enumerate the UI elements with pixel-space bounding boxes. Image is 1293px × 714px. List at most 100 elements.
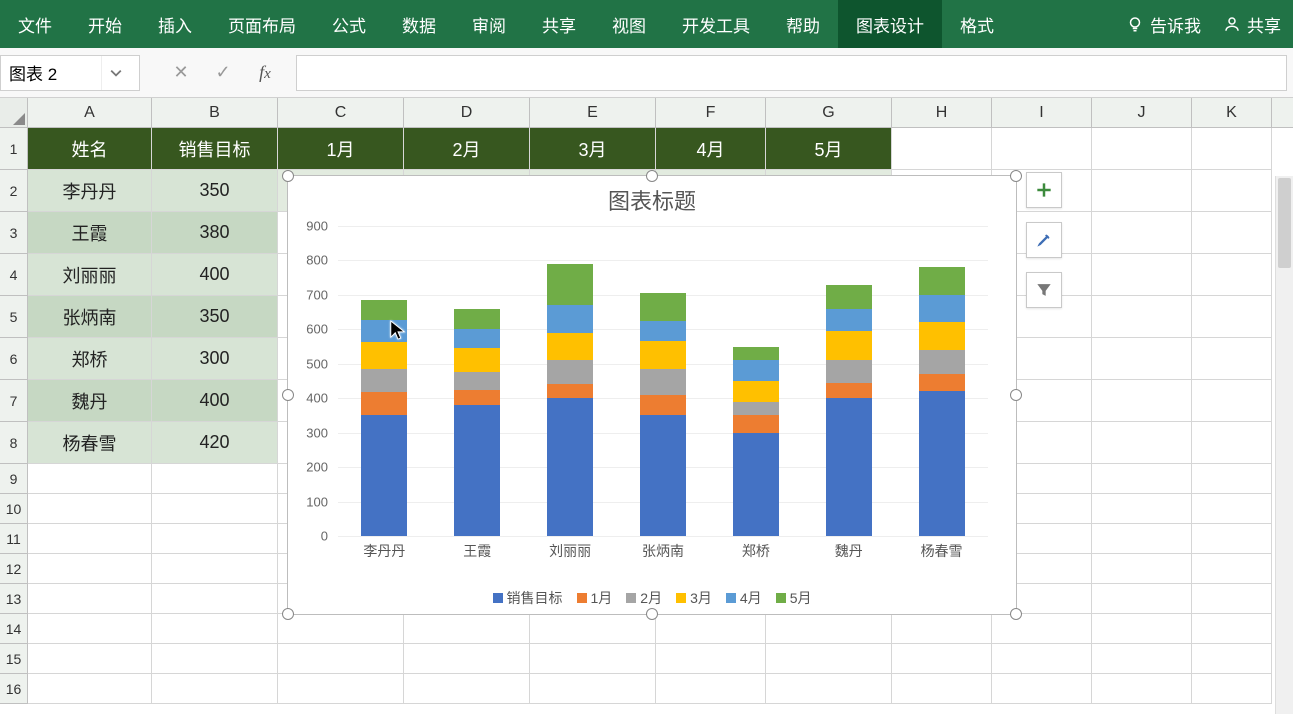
chart-bar-segment[interactable]	[547, 384, 593, 398]
cell-K15[interactable]	[1192, 644, 1272, 674]
row-header-4[interactable]: 4	[0, 254, 28, 296]
cell-B5[interactable]: 350	[152, 296, 278, 338]
chart-bar-segment[interactable]	[640, 293, 686, 321]
cell-J12[interactable]	[1092, 554, 1192, 584]
cell-B3[interactable]: 380	[152, 212, 278, 254]
ribbon-tab-6[interactable]: 审阅	[454, 0, 524, 48]
share-button[interactable]: 共享	[1223, 12, 1281, 37]
cell-K12[interactable]	[1192, 554, 1272, 584]
cell-F1[interactable]: 4月	[656, 128, 766, 170]
cell-A3[interactable]: 王霞	[28, 212, 152, 254]
cell-B15[interactable]	[152, 644, 278, 674]
cell-K6[interactable]	[1192, 338, 1272, 380]
chart-style-button[interactable]	[1026, 222, 1062, 258]
cell-J2[interactable]	[1092, 170, 1192, 212]
chart-bar-segment[interactable]	[919, 374, 965, 391]
resize-handle[interactable]	[1010, 389, 1022, 401]
chart-bar-segment[interactable]	[919, 350, 965, 374]
cell-G15[interactable]	[766, 644, 892, 674]
col-header-H[interactable]: H	[892, 98, 992, 127]
row-header-11[interactable]: 11	[0, 524, 28, 554]
chart-bar-segment[interactable]	[826, 285, 872, 309]
chart-bar-segment[interactable]	[826, 331, 872, 360]
col-header-K[interactable]: K	[1192, 98, 1272, 127]
ribbon-tab-9[interactable]: 开发工具	[664, 0, 768, 48]
cell-K9[interactable]	[1192, 464, 1272, 494]
cell-J8[interactable]	[1092, 422, 1192, 464]
cell-K10[interactable]	[1192, 494, 1272, 524]
col-header-J[interactable]: J	[1092, 98, 1192, 127]
chart-bar-segment[interactable]	[361, 300, 407, 320]
select-all-corner[interactable]	[0, 98, 28, 127]
chart-bar-segment[interactable]	[640, 369, 686, 395]
chart-bar-segment[interactable]	[733, 347, 779, 361]
embedded-chart[interactable]: 图表标题 0100200300400500600700800900 李丹丹王霞刘…	[287, 175, 1017, 615]
row-header-6[interactable]: 6	[0, 338, 28, 380]
cell-A13[interactable]	[28, 584, 152, 614]
cell-J10[interactable]	[1092, 494, 1192, 524]
cell-J11[interactable]	[1092, 524, 1192, 554]
cell-K4[interactable]	[1192, 254, 1272, 296]
chart-bar-segment[interactable]	[919, 267, 965, 295]
cell-D14[interactable]	[404, 614, 530, 644]
chart-legend-item[interactable]: 1月	[577, 588, 613, 608]
chart-bar-group[interactable]	[826, 285, 872, 536]
cell-F14[interactable]	[656, 614, 766, 644]
cell-H16[interactable]	[892, 674, 992, 704]
chart-bar-segment[interactable]	[547, 360, 593, 384]
chart-title[interactable]: 图表标题	[288, 176, 1016, 220]
col-header-G[interactable]: G	[766, 98, 892, 127]
cell-B1[interactable]: 销售目标	[152, 128, 278, 170]
cell-D1[interactable]: 2月	[404, 128, 530, 170]
chart-bar-segment[interactable]	[826, 309, 872, 331]
cell-C15[interactable]	[278, 644, 404, 674]
cell-B6[interactable]: 300	[152, 338, 278, 380]
cell-E16[interactable]	[530, 674, 656, 704]
chart-bar-segment[interactable]	[454, 390, 500, 406]
cell-D16[interactable]	[404, 674, 530, 704]
cell-J6[interactable]	[1092, 338, 1192, 380]
cell-I1[interactable]	[992, 128, 1092, 170]
chart-bar-segment[interactable]	[826, 383, 872, 399]
chart-bar-segment[interactable]	[826, 360, 872, 382]
cell-K16[interactable]	[1192, 674, 1272, 704]
chart-bar-segment[interactable]	[733, 381, 779, 402]
ribbon-tab-12[interactable]: 格式	[942, 0, 1012, 48]
cell-J15[interactable]	[1092, 644, 1192, 674]
cell-G14[interactable]	[766, 614, 892, 644]
chart-bar-segment[interactable]	[547, 333, 593, 361]
row-header-13[interactable]: 13	[0, 584, 28, 614]
row-header-14[interactable]: 14	[0, 614, 28, 644]
ribbon-tab-2[interactable]: 插入	[140, 0, 210, 48]
cell-B11[interactable]	[152, 524, 278, 554]
cell-I16[interactable]	[992, 674, 1092, 704]
cell-H1[interactable]	[892, 128, 992, 170]
col-header-D[interactable]: D	[404, 98, 530, 127]
chart-bar-group[interactable]	[454, 309, 500, 536]
ribbon-tab-8[interactable]: 视图	[594, 0, 664, 48]
chart-legend-item[interactable]: 3月	[676, 588, 712, 608]
cell-J7[interactable]	[1092, 380, 1192, 422]
cell-A9[interactable]	[28, 464, 152, 494]
chart-bar-segment[interactable]	[733, 415, 779, 432]
spreadsheet-grid[interactable]: ABCDEFGHIJK 1姓名销售目标1月2月3月4月5月2李丹丹3506768…	[0, 98, 1293, 714]
chart-bar-segment[interactable]	[454, 348, 500, 372]
cell-B2[interactable]: 350	[152, 170, 278, 212]
resize-handle[interactable]	[646, 608, 658, 620]
resize-handle[interactable]	[1010, 608, 1022, 620]
cell-K13[interactable]	[1192, 584, 1272, 614]
row-header-8[interactable]: 8	[0, 422, 28, 464]
vertical-scrollbar[interactable]	[1275, 176, 1293, 714]
cell-F15[interactable]	[656, 644, 766, 674]
cell-A16[interactable]	[28, 674, 152, 704]
chart-legend-item[interactable]: 2月	[626, 588, 662, 608]
cell-J13[interactable]	[1092, 584, 1192, 614]
name-box-dropdown[interactable]	[101, 56, 129, 90]
cell-B4[interactable]: 400	[152, 254, 278, 296]
chart-bar-segment[interactable]	[361, 342, 407, 369]
name-box-input[interactable]	[1, 63, 101, 83]
cell-J3[interactable]	[1092, 212, 1192, 254]
row-header-16[interactable]: 16	[0, 674, 28, 704]
resize-handle[interactable]	[282, 389, 294, 401]
cell-E14[interactable]	[530, 614, 656, 644]
